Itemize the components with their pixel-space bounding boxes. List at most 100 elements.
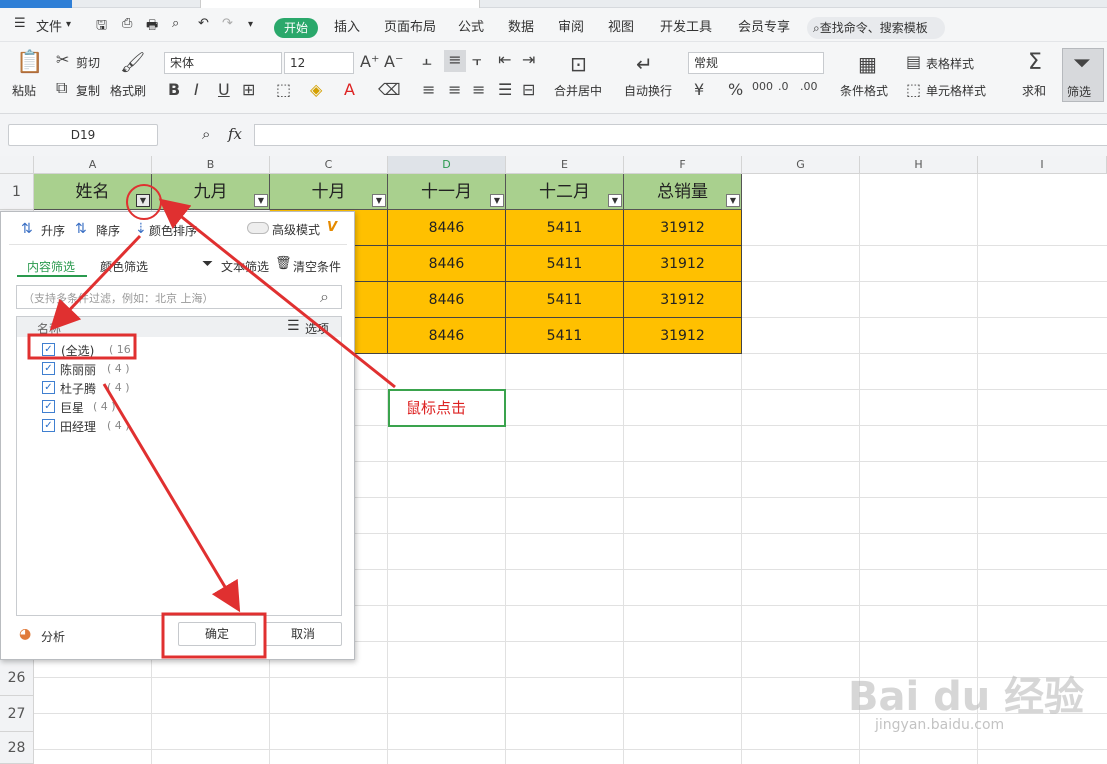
filter-dropdown-icon[interactable]: ▼ xyxy=(726,194,740,207)
column-header-h[interactable]: H xyxy=(860,156,978,174)
data-cell[interactable]: 31912 xyxy=(624,318,742,354)
header-cell-total[interactable]: 总销量 xyxy=(624,174,742,210)
formula-input[interactable] xyxy=(254,124,1107,146)
options-icon[interactable]: ☰ xyxy=(287,318,300,334)
row-header-27[interactable]: 27 xyxy=(0,696,34,732)
border-icon[interactable]: ⊞ xyxy=(242,80,255,99)
list-item[interactable]: ✓ 田经理 ( 4 ) xyxy=(17,417,341,435)
sort-asc-icon[interactable]: ⇅ xyxy=(21,221,33,237)
table-style-icon[interactable]: ▤ xyxy=(906,52,921,71)
text-filter-button[interactable]: 文本筛选 xyxy=(221,258,269,275)
pie-chart-icon[interactable]: ◕ xyxy=(19,626,31,642)
redo-icon[interactable]: ↷ xyxy=(222,16,233,31)
underline-icon[interactable]: U xyxy=(218,80,230,99)
sort-desc-icon[interactable]: ⇅ xyxy=(75,221,87,237)
filter-dropdown-icon[interactable]: ▼ xyxy=(608,194,622,207)
menu-member[interactable]: 会员专享 xyxy=(738,16,790,35)
fx-icon[interactable]: fx xyxy=(228,125,242,143)
header-cell-sep[interactable]: 九月 xyxy=(152,174,270,210)
thousands-icon[interactable]: 000 xyxy=(752,80,773,93)
text-filter-icon[interactable]: ⏷ xyxy=(202,256,213,272)
menu-page-layout[interactable]: 页面布局 xyxy=(384,16,436,35)
filter-dropdown-active-icon[interactable]: ▼ xyxy=(136,194,150,207)
clear-conditions-button[interactable]: 清空条件 xyxy=(293,258,341,275)
tab-color-filter[interactable]: 颜色筛选 xyxy=(100,258,148,275)
decrease-decimal-icon[interactable]: .00 xyxy=(800,80,818,93)
checkbox-checked-icon[interactable]: ✓ xyxy=(42,419,55,432)
search-icon[interactable]: ⌕ xyxy=(320,287,329,307)
print-icon[interactable]: 🖶 xyxy=(146,16,158,38)
column-header-b[interactable]: B xyxy=(152,156,270,174)
column-header-g[interactable]: G xyxy=(742,156,860,174)
column-header-d[interactable]: D xyxy=(388,156,506,174)
column-header-e[interactable]: E xyxy=(506,156,624,174)
filter-dropdown-icon[interactable]: ▼ xyxy=(372,194,386,207)
data-cell[interactable]: 31912 xyxy=(624,246,742,282)
sort-desc-button[interactable]: 降序 xyxy=(96,222,120,239)
column-header-i[interactable]: I xyxy=(978,156,1107,174)
row-header-1[interactable]: 1 xyxy=(0,174,34,210)
header-cell-dec[interactable]: 十二月 xyxy=(506,174,624,210)
cut-button[interactable]: 剪切 xyxy=(76,54,100,71)
analysis-button[interactable]: 分析 xyxy=(41,628,65,645)
data-cell[interactable]: 5411 xyxy=(506,318,624,354)
cell-style-icon[interactable]: ⬚ xyxy=(276,80,291,99)
column-header-f[interactable]: F xyxy=(624,156,742,174)
data-cell[interactable]: 31912 xyxy=(624,210,742,246)
options-button[interactable]: 选项 xyxy=(305,320,329,337)
header-cell-oct[interactable]: 十月 xyxy=(270,174,388,210)
cell-style-button[interactable]: 单元格样式 xyxy=(926,82,986,99)
eraser-icon[interactable]: ⌫ xyxy=(378,80,401,99)
save-icon[interactable]: 🖫 xyxy=(96,16,107,38)
filter-dropdown-icon[interactable]: ▼ xyxy=(490,194,504,207)
undo-icon[interactable]: ↶ xyxy=(198,16,209,31)
ok-button[interactable]: 确定 xyxy=(178,622,256,646)
copy-icon[interactable]: ⧉ xyxy=(56,78,67,98)
cell-style-format-icon[interactable]: ⬚ xyxy=(906,80,921,99)
cut-icon[interactable]: ✂ xyxy=(56,50,69,69)
italic-icon[interactable]: I xyxy=(194,80,199,99)
align-center-icon[interactable]: ≡ xyxy=(448,80,461,99)
print-preview-icon[interactable]: ⎙ xyxy=(122,16,132,31)
copy-button[interactable]: 复制 xyxy=(76,82,100,99)
merge-center-icon[interactable]: ⊡ xyxy=(570,52,587,76)
align-right-icon[interactable]: ≡ xyxy=(472,80,485,99)
align-left-icon[interactable]: ≡ xyxy=(422,80,435,99)
data-cell[interactable]: 8446 xyxy=(388,246,506,282)
data-cell[interactable]: 5411 xyxy=(506,246,624,282)
indent-increase-icon[interactable]: ⇥ xyxy=(522,50,535,69)
checkbox-checked-icon[interactable]: ✓ xyxy=(42,343,55,356)
list-item-select-all[interactable]: ✓ (全选) ( 16 xyxy=(17,341,341,359)
trash-icon[interactable]: 🗑 xyxy=(275,256,292,271)
menu-insert[interactable]: 插入 xyxy=(334,16,360,35)
menu-developer[interactable]: 开发工具 xyxy=(660,16,712,35)
increase-decimal-icon[interactable]: .0 xyxy=(778,80,789,93)
zoom-lookup-icon[interactable]: ⌕ xyxy=(202,125,210,143)
indent-decrease-icon[interactable]: ⇤ xyxy=(498,50,511,69)
font-color-icon[interactable]: A xyxy=(344,80,355,99)
home-tab[interactable] xyxy=(0,0,72,8)
bold-icon[interactable]: B xyxy=(168,80,180,99)
menu-review[interactable]: 审阅 xyxy=(558,16,584,35)
checkbox-checked-icon[interactable]: ✓ xyxy=(42,362,55,375)
color-sort-button[interactable]: 颜色排序 xyxy=(149,222,197,239)
paste-icon[interactable]: 📋 xyxy=(16,50,43,75)
advanced-mode-toggle[interactable] xyxy=(247,222,269,234)
name-box[interactable]: D19 xyxy=(8,124,158,146)
table-style-button[interactable]: 表格样式 xyxy=(926,55,974,72)
conditional-format-icon[interactable]: ▦ xyxy=(858,52,877,76)
data-cell[interactable]: 8446 xyxy=(388,318,506,354)
row-header-26[interactable]: 26 xyxy=(0,660,34,696)
currency-icon[interactable]: ¥ xyxy=(694,80,704,99)
merge-center-button[interactable]: 合并居中 xyxy=(554,82,602,99)
checkbox-checked-icon[interactable]: ✓ xyxy=(42,400,55,413)
column-header-c[interactable]: C xyxy=(270,156,388,174)
column-header-a[interactable]: A xyxy=(34,156,152,174)
tab-content-filter[interactable]: 内容筛选 xyxy=(27,258,75,275)
number-format-select[interactable]: 常规 xyxy=(688,52,824,74)
font-name-select[interactable]: 宋体 xyxy=(164,52,282,74)
select-all-corner[interactable] xyxy=(0,156,34,174)
auto-wrap-button[interactable]: 自动换行 xyxy=(624,82,672,99)
chevron-down-icon[interactable]: ▾ xyxy=(66,19,71,30)
cancel-button[interactable]: 取消 xyxy=(264,622,342,646)
